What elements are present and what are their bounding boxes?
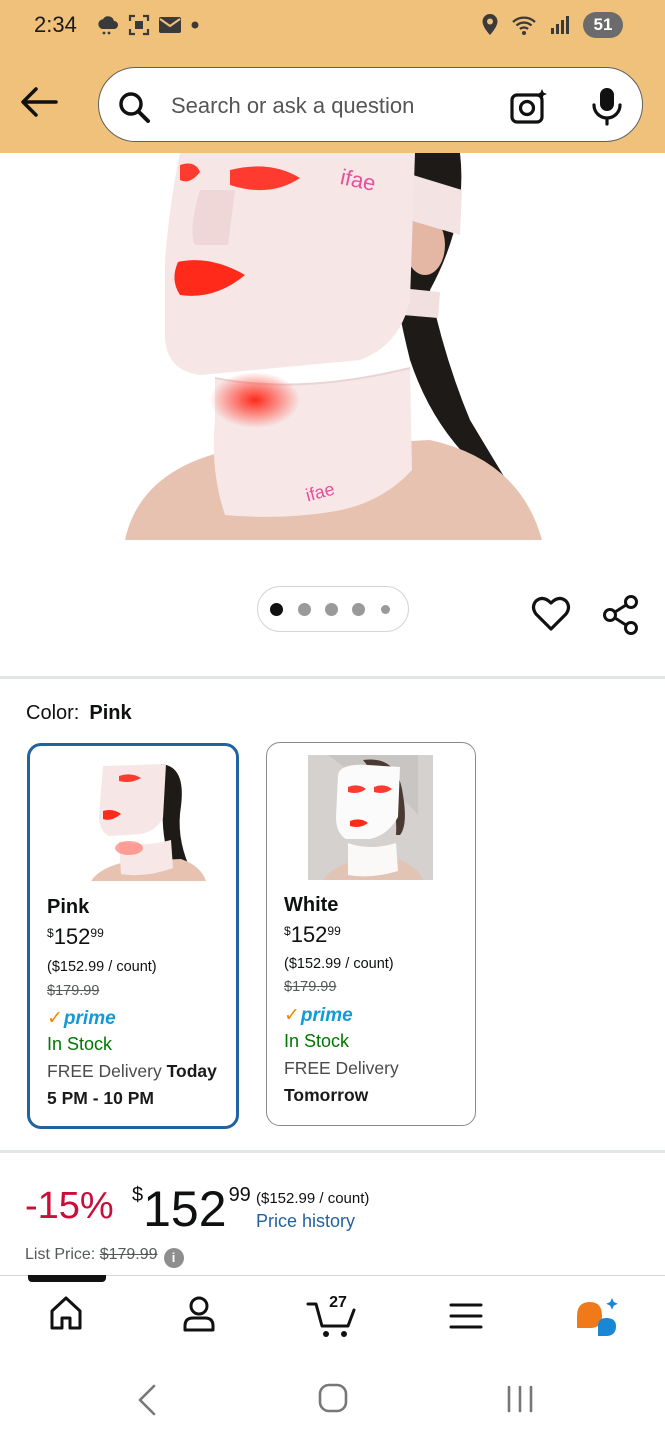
- info-icon[interactable]: i: [163, 1248, 184, 1268]
- signal-icon: [551, 16, 569, 34]
- heart-icon[interactable]: [531, 594, 571, 634]
- variant-delivery: FREE Delivery Today 5 PM - 10 PM: [47, 1061, 217, 1108]
- carousel-dot[interactable]: [381, 605, 390, 614]
- variant-stock: In Stock: [284, 1031, 350, 1051]
- product-photo: ifae ifae: [125, 153, 542, 540]
- variant-name: White: [284, 894, 339, 916]
- prime-badge: ✓prime: [47, 1008, 116, 1029]
- screenshot-icon: [128, 14, 150, 36]
- menu-icon[interactable]: [449, 1302, 483, 1330]
- carousel-dot[interactable]: [325, 603, 338, 616]
- battery-indicator: 51: [583, 12, 623, 38]
- variant-list-price: $179.99: [284, 979, 337, 995]
- search-input[interactable]: Search or ask a question: [98, 67, 643, 142]
- image-carousel-dots[interactable]: [257, 586, 409, 632]
- cart-count: 27: [329, 1294, 347, 1311]
- carousel-dot[interactable]: [352, 603, 365, 616]
- variant-thumbnail: [308, 755, 433, 880]
- variant-price: $15299: [47, 924, 104, 949]
- variant-name: Pink: [47, 896, 90, 918]
- selected-color: Pink: [89, 702, 132, 724]
- camera-search-icon[interactable]: [509, 86, 549, 126]
- wifi-icon: [512, 16, 536, 35]
- variant-stock: In Stock: [47, 1034, 113, 1054]
- system-home-icon[interactable]: [318, 1383, 348, 1413]
- price-history-link[interactable]: Price history: [256, 1211, 355, 1232]
- variant-thumbnail: [91, 756, 216, 881]
- unit-price: ($152.99 / count): [256, 1190, 370, 1207]
- active-tab-indicator: [28, 1275, 106, 1282]
- prime-check-icon: ✓: [47, 1008, 63, 1029]
- share-icon[interactable]: [601, 594, 641, 636]
- list-price: List Price: $179.99 i: [25, 1246, 184, 1268]
- back-arrow-icon[interactable]: [18, 84, 60, 120]
- prime-check-icon: ✓: [284, 1005, 300, 1026]
- microphone-icon[interactable]: [589, 86, 625, 126]
- search-header: Search or ask a question: [0, 56, 665, 153]
- system-icons: 51: [481, 12, 623, 38]
- section-divider: [0, 676, 665, 679]
- home-icon[interactable]: [48, 1294, 84, 1332]
- prime-badge: ✓prime: [284, 1005, 353, 1026]
- main-price: $152 99: [132, 1181, 251, 1237]
- bottom-navigation: 27: [0, 1275, 665, 1355]
- variant-list-price: $179.99: [47, 983, 100, 999]
- location-icon: [482, 14, 498, 35]
- carousel-dot[interactable]: [270, 603, 283, 616]
- variant-unit-price: ($152.99 / count): [284, 956, 394, 972]
- variant-price: $15299: [284, 922, 341, 947]
- color-label-text: Color:: [26, 702, 80, 724]
- dot-icon: [191, 21, 199, 29]
- variant-unit-price: ($152.99 / count): [47, 959, 157, 975]
- search-placeholder: Search or ask a question: [171, 93, 415, 118]
- status-bar: 2:34 51: [0, 0, 665, 56]
- carousel-dot[interactable]: [298, 603, 311, 616]
- variant-delivery: FREE Delivery Tomorrow: [284, 1058, 399, 1105]
- search-icon: [119, 92, 150, 123]
- weather-icon: [98, 16, 118, 35]
- system-recents-icon[interactable]: [505, 1385, 535, 1413]
- account-icon[interactable]: [181, 1294, 217, 1334]
- discount-percent: -15%: [25, 1185, 114, 1227]
- system-navigation: [0, 1355, 665, 1440]
- variant-card-pink[interactable]: Pink $15299 ($152.99 / count) $179.99 ✓p…: [27, 743, 239, 1129]
- product-image[interactable]: ifae ifae: [0, 153, 665, 563]
- mail-icon: [159, 17, 181, 33]
- section-divider: [0, 1150, 665, 1153]
- status-time: 2:34: [34, 12, 77, 37]
- notification-icons: [96, 14, 200, 36]
- system-back-icon[interactable]: [136, 1383, 158, 1417]
- color-label: Color: Pink: [26, 702, 132, 725]
- rufus-ai-icon[interactable]: [574, 1296, 624, 1338]
- variant-card-white[interactable]: White $15299 ($152.99 / count) $179.99 ✓…: [266, 742, 476, 1126]
